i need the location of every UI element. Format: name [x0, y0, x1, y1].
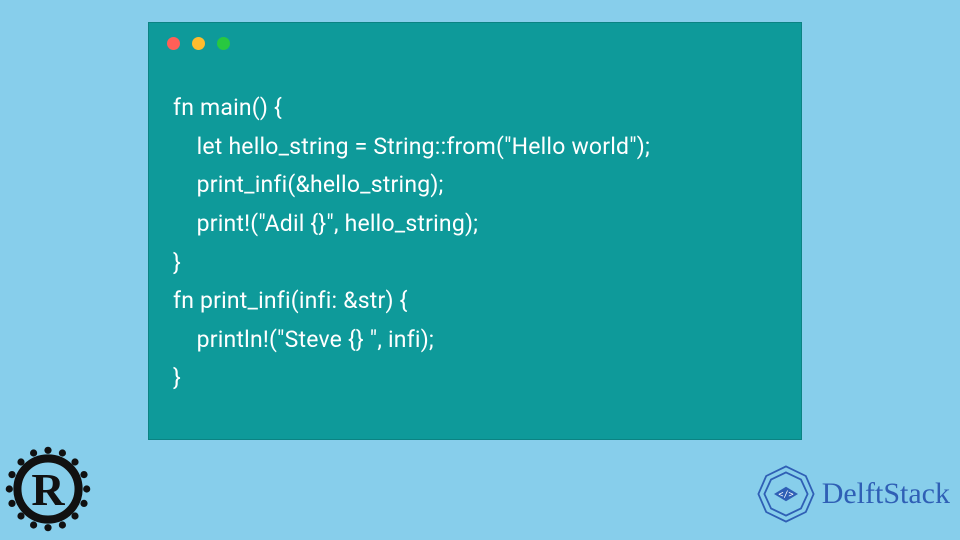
- window-zoom-dot: [217, 37, 230, 50]
- window-minimize-dot: [192, 37, 205, 50]
- delftstack-text: DelftStack: [822, 477, 950, 511]
- rust-letter: R: [3, 444, 93, 534]
- delftstack-logo: </> DelftStack: [756, 464, 950, 524]
- window-close-dot: [167, 37, 180, 50]
- rust-logo: R: [3, 444, 93, 534]
- svg-text:</>: </>: [778, 489, 793, 499]
- window-titlebar: [149, 23, 801, 56]
- code-block: fn main() { let hello_string = String::f…: [149, 79, 801, 416]
- code-window: fn main() { let hello_string = String::f…: [148, 22, 802, 440]
- delftstack-emblem-icon: </>: [756, 464, 816, 524]
